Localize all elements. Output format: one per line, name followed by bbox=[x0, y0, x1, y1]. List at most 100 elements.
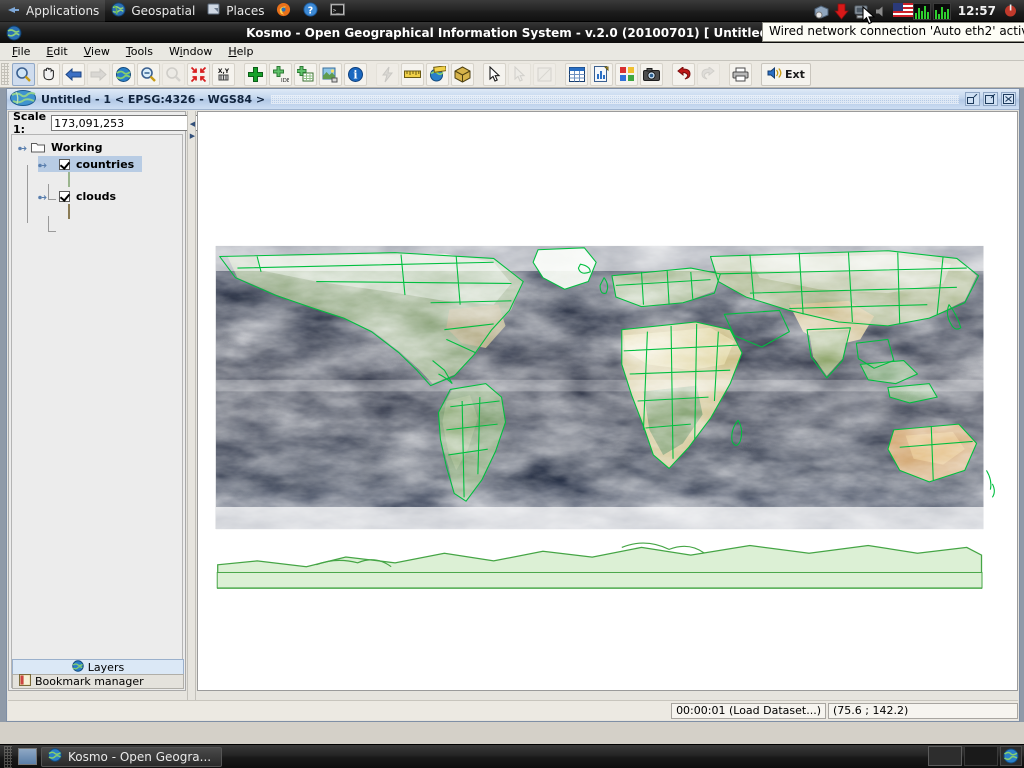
expand-handle-icon[interactable] bbox=[38, 192, 47, 201]
tab-bookmark-manager[interactable]: Bookmark manager bbox=[12, 674, 184, 689]
globe-icon bbox=[111, 1, 126, 20]
new-chart-icon[interactable] bbox=[590, 62, 613, 86]
select-arrow-icon[interactable] bbox=[483, 62, 506, 86]
globe-icon bbox=[48, 748, 62, 765]
next-view-arrow-icon bbox=[87, 62, 110, 86]
measure-ruler-icon[interactable] bbox=[401, 62, 424, 86]
add-table-layer-icon[interactable] bbox=[294, 62, 317, 86]
layer-symbol-clouds bbox=[68, 204, 70, 219]
software-update-icon[interactable] bbox=[833, 3, 850, 20]
quick-query-lightning-icon bbox=[376, 62, 399, 86]
screen: Applications Geospatial Places ? >_ 12:5… bbox=[0, 0, 1024, 768]
panel-clock[interactable]: 12:57 bbox=[954, 4, 1000, 18]
collapse-left-icon[interactable]: ◀ bbox=[189, 121, 196, 128]
menu-file-rest: ile bbox=[17, 45, 31, 58]
tree-line bbox=[27, 165, 28, 223]
print-icon[interactable] bbox=[729, 62, 752, 86]
pan-hand-icon[interactable] bbox=[37, 62, 60, 86]
update-manager-icon[interactable] bbox=[813, 3, 830, 20]
snapshot-camera-icon[interactable] bbox=[640, 62, 663, 86]
previous-view-arrow-icon[interactable] bbox=[62, 62, 85, 86]
folder-icon bbox=[31, 141, 45, 153]
status-timer: 00:00:01 (Load Dataset...) bbox=[671, 702, 826, 719]
tree-line bbox=[48, 216, 49, 232]
panel-menu-places[interactable]: Places bbox=[201, 0, 270, 22]
launcher-help[interactable]: ? bbox=[297, 0, 324, 22]
panel-menu-geospatial[interactable]: Geospatial bbox=[105, 0, 201, 22]
mdi-desktop: Untitled - 1 < EPSG:4326 - WGS84 > Scale… bbox=[0, 88, 1024, 722]
scale-input[interactable] bbox=[51, 115, 203, 131]
tree-node-working[interactable]: Working bbox=[18, 139, 103, 155]
expand-handle-icon[interactable] bbox=[38, 160, 47, 169]
minimize-button[interactable] bbox=[965, 92, 980, 106]
title-texture bbox=[271, 94, 959, 104]
menu-tools-rest: ools bbox=[130, 45, 153, 58]
collapse-right-icon[interactable]: ▶ bbox=[189, 133, 196, 140]
panel-tray: 12:57 bbox=[813, 0, 1024, 22]
applications-icon bbox=[6, 2, 21, 20]
taskbar-window-label: Kosmo - Open Geogra... bbox=[68, 749, 212, 764]
add-raster-layer-icon[interactable] bbox=[319, 62, 342, 86]
places-folder-icon bbox=[207, 2, 221, 19]
svg-text:?: ? bbox=[308, 5, 313, 16]
map-canvas[interactable] bbox=[198, 112, 1017, 690]
close-button[interactable] bbox=[1001, 92, 1016, 106]
undo-icon[interactable] bbox=[672, 62, 695, 86]
zoom-in-icon[interactable] bbox=[137, 62, 160, 86]
layer-checkbox-clouds[interactable] bbox=[59, 190, 70, 202]
symbology-icon[interactable] bbox=[615, 62, 638, 86]
menu-help[interactable]: Help bbox=[220, 44, 261, 59]
zoom-full-extent-globe-icon[interactable] bbox=[112, 62, 135, 86]
tab-layers[interactable]: Layers bbox=[12, 659, 184, 674]
workspace-switcher-1[interactable] bbox=[928, 746, 962, 766]
zoom-out-icon bbox=[162, 62, 185, 86]
add-ide-layer-icon[interactable]: IDE bbox=[269, 62, 292, 86]
frame-globe-icon bbox=[10, 89, 36, 109]
layer-info-icon[interactable]: i bbox=[344, 62, 367, 86]
add-layer-plus-icon[interactable] bbox=[244, 62, 267, 86]
show-desktop-icon[interactable] bbox=[18, 748, 37, 765]
goto-xy-icon[interactable]: X,Y bbox=[212, 62, 235, 86]
panel-tab-strip: Layers Bookmark manager bbox=[10, 659, 188, 689]
zoom-tool-icon[interactable] bbox=[12, 62, 35, 86]
menu-view[interactable]: View bbox=[76, 44, 118, 59]
workspace-switcher-2[interactable] bbox=[964, 746, 998, 766]
launcher-firefox[interactable] bbox=[270, 0, 297, 22]
extensions-plug-icon bbox=[767, 66, 782, 82]
menu-edit[interactable]: Edit bbox=[38, 44, 75, 59]
menu-file[interactable]: File bbox=[4, 44, 38, 59]
zoom-to-selection-icon[interactable] bbox=[187, 62, 210, 86]
tree-node-countries[interactable]: countries bbox=[38, 156, 143, 172]
tree-node-clouds[interactable]: clouds bbox=[38, 188, 116, 204]
menu-window[interactable]: Window bbox=[161, 44, 220, 59]
shutdown-icon[interactable] bbox=[1003, 3, 1020, 20]
taskbar-window-kosmo[interactable]: Kosmo - Open Geogra... bbox=[41, 746, 223, 767]
layer-label-countries: countries bbox=[76, 157, 135, 171]
menu-tools[interactable]: Tools bbox=[118, 44, 161, 59]
tree-root-label: Working bbox=[51, 140, 103, 154]
gnome-bottom-panel: Kosmo - Open Geogra... bbox=[0, 744, 1024, 768]
toolbar-grip[interactable] bbox=[1, 63, 9, 85]
measure-area-globe-icon[interactable] bbox=[426, 62, 449, 86]
system-monitor-icon[interactable] bbox=[912, 2, 951, 20]
raster-layer-clouds bbox=[215, 245, 984, 530]
panel-splitter[interactable]: ◀ ▶ bbox=[187, 111, 196, 720]
launcher-terminal[interactable]: >_ bbox=[324, 0, 351, 22]
extensions-button[interactable]: Ext bbox=[761, 62, 811, 86]
attribute-table-icon[interactable] bbox=[565, 62, 588, 86]
expand-handle-icon[interactable] bbox=[18, 143, 27, 152]
taskbar-grip[interactable] bbox=[4, 745, 12, 768]
keyboard-layout-usa-icon[interactable] bbox=[892, 2, 914, 20]
3d-box-icon[interactable] bbox=[451, 62, 474, 86]
layer-checkbox-countries[interactable] bbox=[59, 158, 70, 170]
taskbar-right bbox=[928, 745, 1022, 767]
internal-frame-title-bar[interactable]: Untitled - 1 < EPSG:4326 - WGS84 > bbox=[7, 89, 1019, 110]
maximize-button[interactable] bbox=[983, 92, 998, 106]
map-canvas-container[interactable] bbox=[197, 111, 1018, 691]
layer-tree[interactable]: Working countries clouds bbox=[11, 134, 183, 688]
extensions-button-label: Ext bbox=[785, 67, 805, 81]
panel-menu-applications[interactable]: Applications bbox=[0, 0, 106, 22]
layers-panel: Scale 1: 173,091,253 Working countries c… bbox=[8, 110, 203, 691]
tab-bookmark-manager-label: Bookmark manager bbox=[35, 675, 144, 688]
trash-applet-icon[interactable] bbox=[1000, 746, 1022, 766]
